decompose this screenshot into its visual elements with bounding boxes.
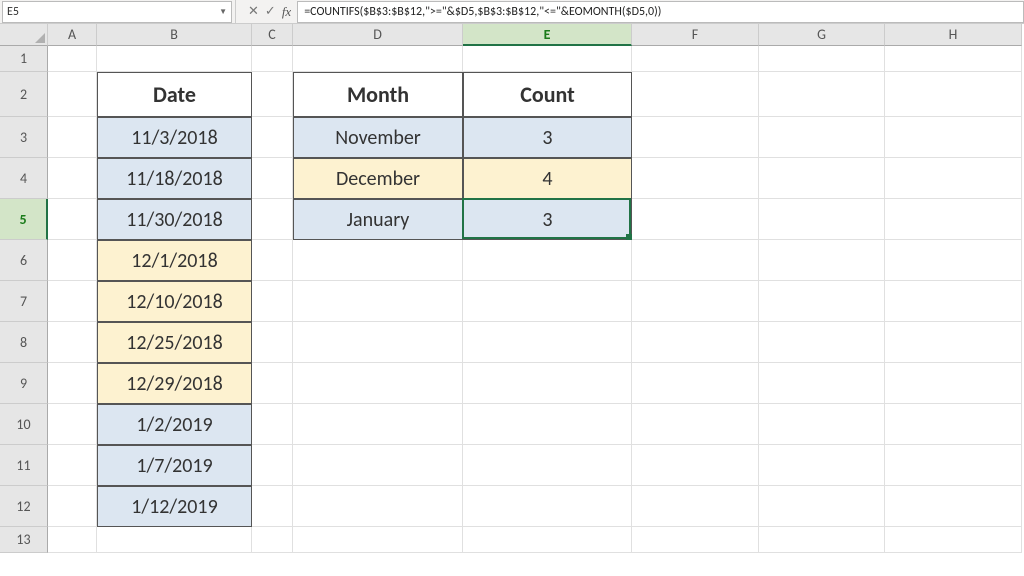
row-header-8[interactable]: 8 [0, 322, 48, 363]
date-cell[interactable]: 11/3/2018 [97, 117, 252, 158]
row-header-2[interactable]: 2 [0, 72, 48, 117]
row-header-9[interactable]: 9 [0, 363, 48, 404]
fx-icon[interactable]: fx [282, 4, 291, 20]
cancel-icon[interactable]: ✕ [248, 4, 259, 19]
date-cell[interactable]: 1/2/2019 [97, 404, 252, 445]
name-box-value: E5 [7, 5, 19, 19]
col-header-A[interactable]: A [48, 24, 97, 46]
month-cell[interactable]: December [293, 158, 463, 199]
date-cell[interactable]: 1/7/2019 [97, 445, 252, 486]
col-header-H[interactable]: H [885, 24, 1022, 46]
enter-icon[interactable]: ✓ [265, 4, 276, 19]
row-header-13[interactable]: 13 [0, 527, 48, 553]
row-header-4[interactable]: 4 [0, 158, 48, 199]
date-cell[interactable]: 12/10/2018 [97, 281, 252, 322]
month-cell[interactable]: November [293, 117, 463, 158]
col-header-G[interactable]: G [759, 24, 885, 46]
date-cell[interactable]: 12/1/2018 [97, 240, 252, 281]
count-header[interactable]: Count [463, 72, 632, 117]
chevron-down-icon[interactable]: ▼ [219, 7, 227, 17]
formula-input[interactable]: =COUNTIFS($B$3:$B$12,">="&$D5,$B$3:$B$12… [297, 1, 1024, 23]
date-header[interactable]: Date [97, 72, 252, 117]
col-header-B[interactable]: B [97, 24, 252, 46]
col-header-E[interactable]: E [463, 24, 632, 46]
date-cell[interactable]: 12/29/2018 [97, 363, 252, 404]
col-header-D[interactable]: D [293, 24, 463, 46]
row-header-10[interactable]: 10 [0, 404, 48, 445]
separator [235, 0, 239, 23]
row-header-7[interactable]: 7 [0, 281, 48, 322]
col-header-F[interactable]: F [632, 24, 759, 46]
row-header-6[interactable]: 6 [0, 240, 48, 281]
row-header-5[interactable]: 5 [0, 199, 48, 240]
count-cell[interactable]: 4 [463, 158, 632, 199]
row-header-1[interactable]: 1 [0, 46, 48, 72]
row-header-3[interactable]: 3 [0, 117, 48, 158]
select-all-corner[interactable] [0, 24, 48, 46]
name-box[interactable]: E5 ▼ [2, 1, 232, 23]
col-header-C[interactable]: C [252, 24, 293, 46]
month-cell[interactable]: January [293, 199, 463, 240]
date-cell[interactable]: 12/25/2018 [97, 322, 252, 363]
row-header-11[interactable]: 11 [0, 445, 48, 486]
formula-text: =COUNTIFS($B$3:$B$12,">="&$D5,$B$3:$B$12… [304, 5, 661, 19]
date-cell[interactable]: 11/18/2018 [97, 158, 252, 199]
formula-bar: E5 ▼ ✕ ✓ fx =COUNTIFS($B$3:$B$12,">="&$D… [0, 0, 1024, 24]
date-cell[interactable]: 1/12/2019 [97, 486, 252, 527]
month-header[interactable]: Month [293, 72, 463, 117]
count-cell[interactable]: 3 [463, 117, 632, 158]
row-header-12[interactable]: 12 [0, 486, 48, 527]
count-cell[interactable]: 3 [463, 199, 632, 240]
date-cell[interactable]: 11/30/2018 [97, 199, 252, 240]
formula-buttons: ✕ ✓ fx [242, 4, 297, 20]
